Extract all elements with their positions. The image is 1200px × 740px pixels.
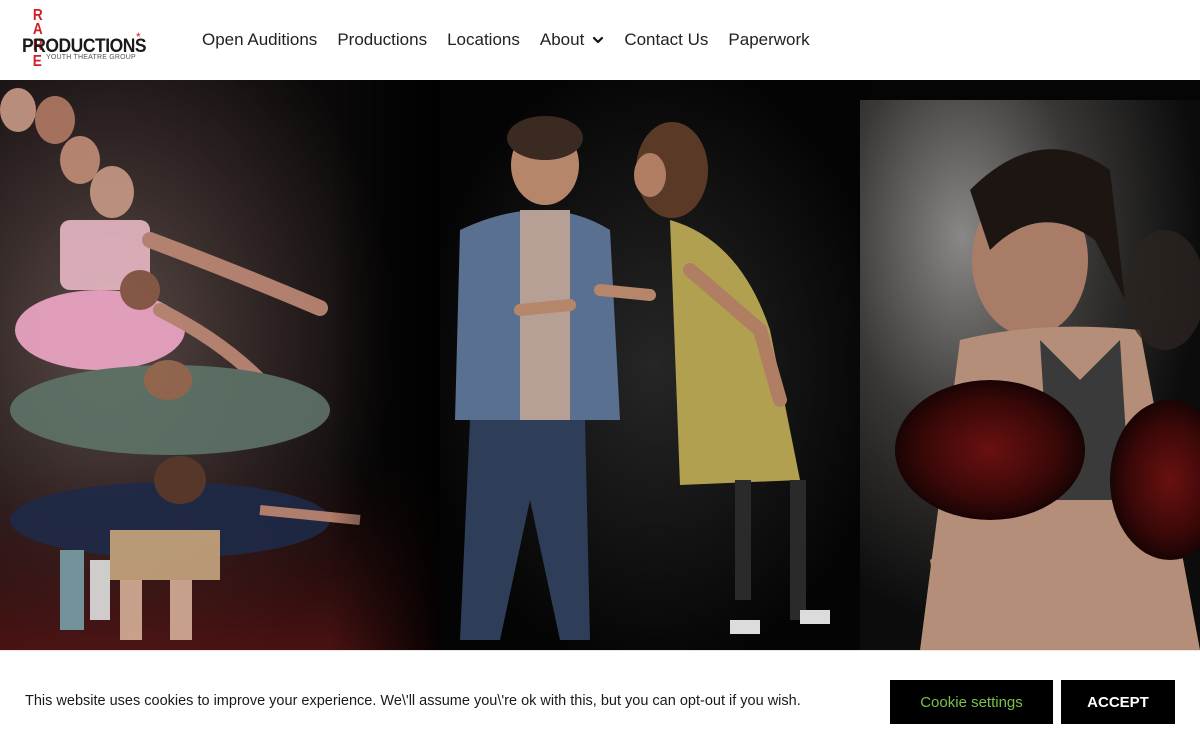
hero-photo-collage — [0, 80, 1200, 650]
nav-about-label: About — [539, 30, 585, 49]
nav-open-auditions[interactable]: Open Auditions — [202, 30, 317, 50]
cookie-message: This website uses cookies to improve you… — [25, 693, 801, 709]
site-logo[interactable]: R A R E PRODUCTIONS * YOUTH THEATRE GROU… — [20, 8, 150, 72]
chevron-down-icon — [593, 36, 604, 44]
accept-button[interactable]: ACCEPT — [1061, 680, 1175, 724]
cookie-banner: This website uses cookies to improve you… — [0, 650, 1200, 740]
logo-tagline: YOUTH THEATRE GROUP — [46, 54, 136, 61]
nav-locations[interactable]: Locations — [447, 30, 520, 50]
hero-image — [0, 80, 1200, 650]
logo-star: * — [136, 30, 141, 44]
cookie-settings-button[interactable]: Cookie settings — [890, 680, 1053, 724]
nav-contact-us[interactable]: Contact Us — [624, 30, 708, 50]
nav-paperwork[interactable]: Paperwork — [728, 30, 809, 50]
nav-about[interactable]: About — [540, 30, 604, 50]
main-nav: Open Auditions Productions Locations Abo… — [192, 28, 820, 52]
nav-productions[interactable]: Productions — [337, 30, 427, 50]
site-header: R A R E PRODUCTIONS * YOUTH THEATRE GROU… — [0, 0, 1200, 80]
